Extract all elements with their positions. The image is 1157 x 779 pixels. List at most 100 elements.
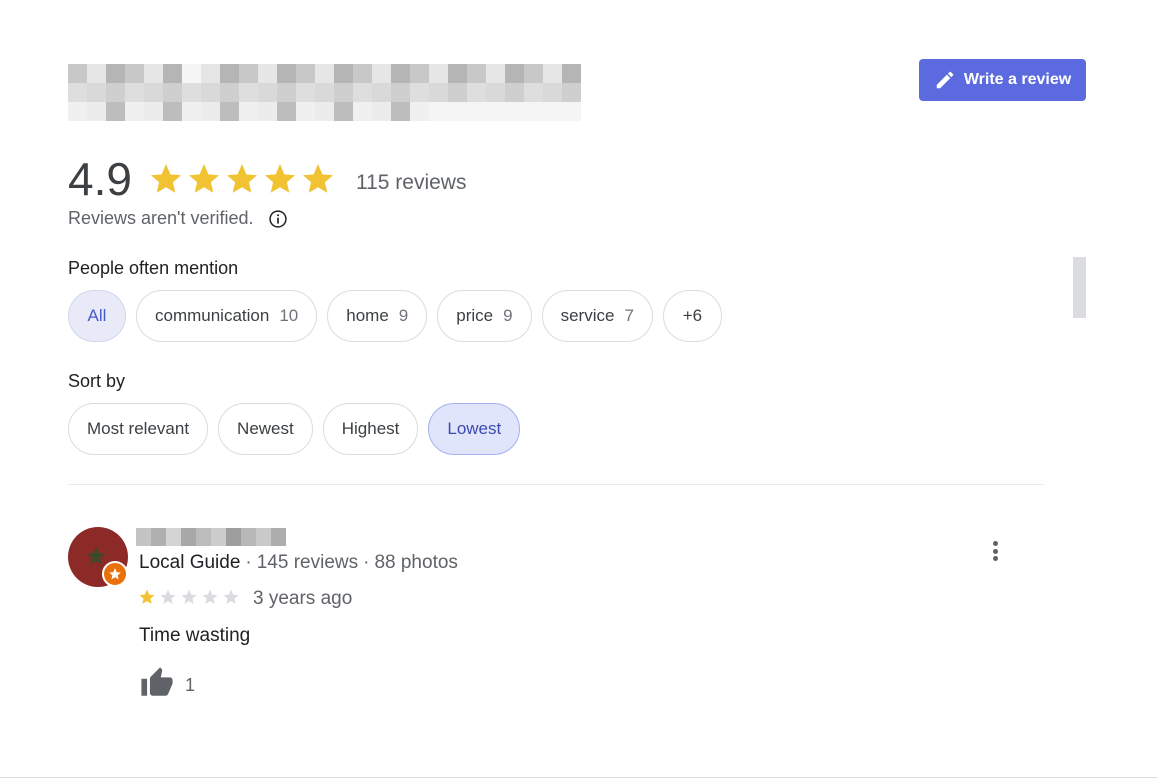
redaction-pixel (334, 64, 353, 83)
redaction-pixel (467, 83, 486, 102)
redaction-pixel (543, 64, 562, 83)
redaction-pixel (144, 83, 163, 102)
star-filled-icon (188, 164, 219, 193)
redaction-pixel (106, 64, 125, 83)
redaction-pixel (68, 102, 87, 121)
separator: · (245, 552, 252, 573)
star-filled-icon (226, 164, 257, 193)
redaction-pixel (429, 102, 448, 121)
redaction-pixel (372, 102, 391, 121)
chip-label: +6 (682, 306, 703, 325)
redaction-pixel (410, 102, 429, 121)
redaction-pixel (277, 83, 296, 102)
reviewer-meta: Local Guide · 145 reviews · 88 photos (139, 552, 458, 574)
average-rating: 4.9 (68, 153, 132, 205)
redaction-pixel (258, 83, 277, 102)
redaction-pixel (239, 102, 258, 121)
redaction-pixel (201, 64, 220, 83)
mention-chip-more[interactable]: +6 (662, 290, 722, 342)
redaction-pixel (372, 83, 391, 102)
redaction-pixel (125, 102, 144, 121)
mention-chip-all[interactable]: All (68, 290, 126, 342)
review-text: Time wasting (139, 625, 251, 646)
redaction-pixel (562, 83, 581, 102)
chip-count: 7 (624, 306, 634, 325)
redaction-pixel (196, 528, 211, 546)
redaction-pixel (524, 83, 543, 102)
local-guide-label: Local Guide (139, 552, 241, 573)
redaction-pixel (136, 528, 151, 546)
rating-summary: 4.9 115 reviews (68, 154, 466, 204)
chip-count: 9 (503, 306, 513, 325)
redaction-pixel (163, 83, 182, 102)
redaction-pixel (486, 83, 505, 102)
sort-newest[interactable]: Newest (218, 403, 313, 455)
sort-options: Most relevant Newest Highest Lowest (68, 403, 521, 455)
redaction-pixel (486, 64, 505, 83)
redaction-pixel (220, 83, 239, 102)
total-review-count[interactable]: 115 reviews (356, 171, 467, 195)
redaction-pixel (391, 102, 410, 121)
bottom-border (0, 777, 1157, 778)
redaction-pixel (448, 83, 467, 102)
like-count: 1 (185, 674, 196, 695)
mention-chip-home[interactable]: home 9 (327, 290, 428, 342)
redaction-pixel (277, 102, 296, 121)
write-review-button[interactable]: Write a review (919, 59, 1086, 101)
redaction-pixel (353, 64, 372, 83)
redaction-pixel (334, 83, 353, 102)
separator: · (363, 552, 370, 573)
write-review-label: Write a review (963, 71, 1072, 88)
redaction-pixel (296, 64, 315, 83)
review-stars (138, 588, 240, 606)
sort-most-relevant[interactable]: Most relevant (68, 403, 209, 455)
reviewer-name-redacted[interactable] (136, 528, 286, 546)
redaction-pixel (315, 102, 334, 121)
redaction-pixel (241, 528, 256, 546)
sort-highest[interactable]: Highest (322, 403, 419, 455)
redaction-pixel (524, 102, 543, 121)
redaction-pixel (182, 83, 201, 102)
star-empty-icon (181, 589, 197, 604)
redaction-pixel (144, 102, 163, 121)
redaction-pixel (106, 83, 125, 102)
redaction-pixel (125, 64, 144, 83)
redaction-pixel (372, 64, 391, 83)
chip-count: 10 (279, 306, 299, 325)
unverified-text: Reviews aren't verified. (68, 208, 254, 228)
redaction-pixel (410, 64, 429, 83)
redaction-pixel (353, 102, 372, 121)
more-vert-icon[interactable] (985, 539, 1005, 563)
chip-label: All (87, 306, 107, 325)
star-filled-icon (139, 589, 155, 604)
redaction-pixel (125, 83, 144, 102)
sort-lowest[interactable]: Lowest (428, 403, 521, 455)
redaction-pixel (106, 102, 125, 121)
scrollbar-thumb[interactable] (1073, 257, 1086, 318)
thumbs-up-icon (141, 667, 173, 696)
redaction-pixel (201, 102, 220, 121)
like-button[interactable]: 1 (139, 666, 195, 700)
redaction-pixel (239, 64, 258, 83)
redaction-pixel (429, 64, 448, 83)
mentions-chips: All communication 10 home 9 price 9 service… (68, 290, 722, 342)
redaction-pixel (271, 528, 286, 546)
divider (68, 484, 1044, 485)
redaction-pixel (258, 102, 277, 121)
reviewer-photo-count: 88 photos (374, 552, 458, 573)
info-icon[interactable] (268, 209, 288, 229)
mentions-label: People often mention (68, 258, 239, 278)
redaction-pixel (151, 528, 166, 546)
redaction-pixel (562, 64, 581, 83)
sort-label: Sort by (68, 371, 126, 391)
redaction-pixel (486, 102, 505, 121)
redaction-pixel (211, 528, 226, 546)
redaction-pixel (315, 64, 334, 83)
redaction-pixel (182, 102, 201, 121)
mention-chip-service[interactable]: service 7 (541, 290, 653, 342)
redaction-pixel (163, 64, 182, 83)
mention-chip-communication[interactable]: communication 10 (136, 290, 318, 342)
mention-chip-price[interactable]: price 9 (437, 290, 532, 342)
redaction-pixel (220, 64, 239, 83)
redaction-pixel (258, 64, 277, 83)
